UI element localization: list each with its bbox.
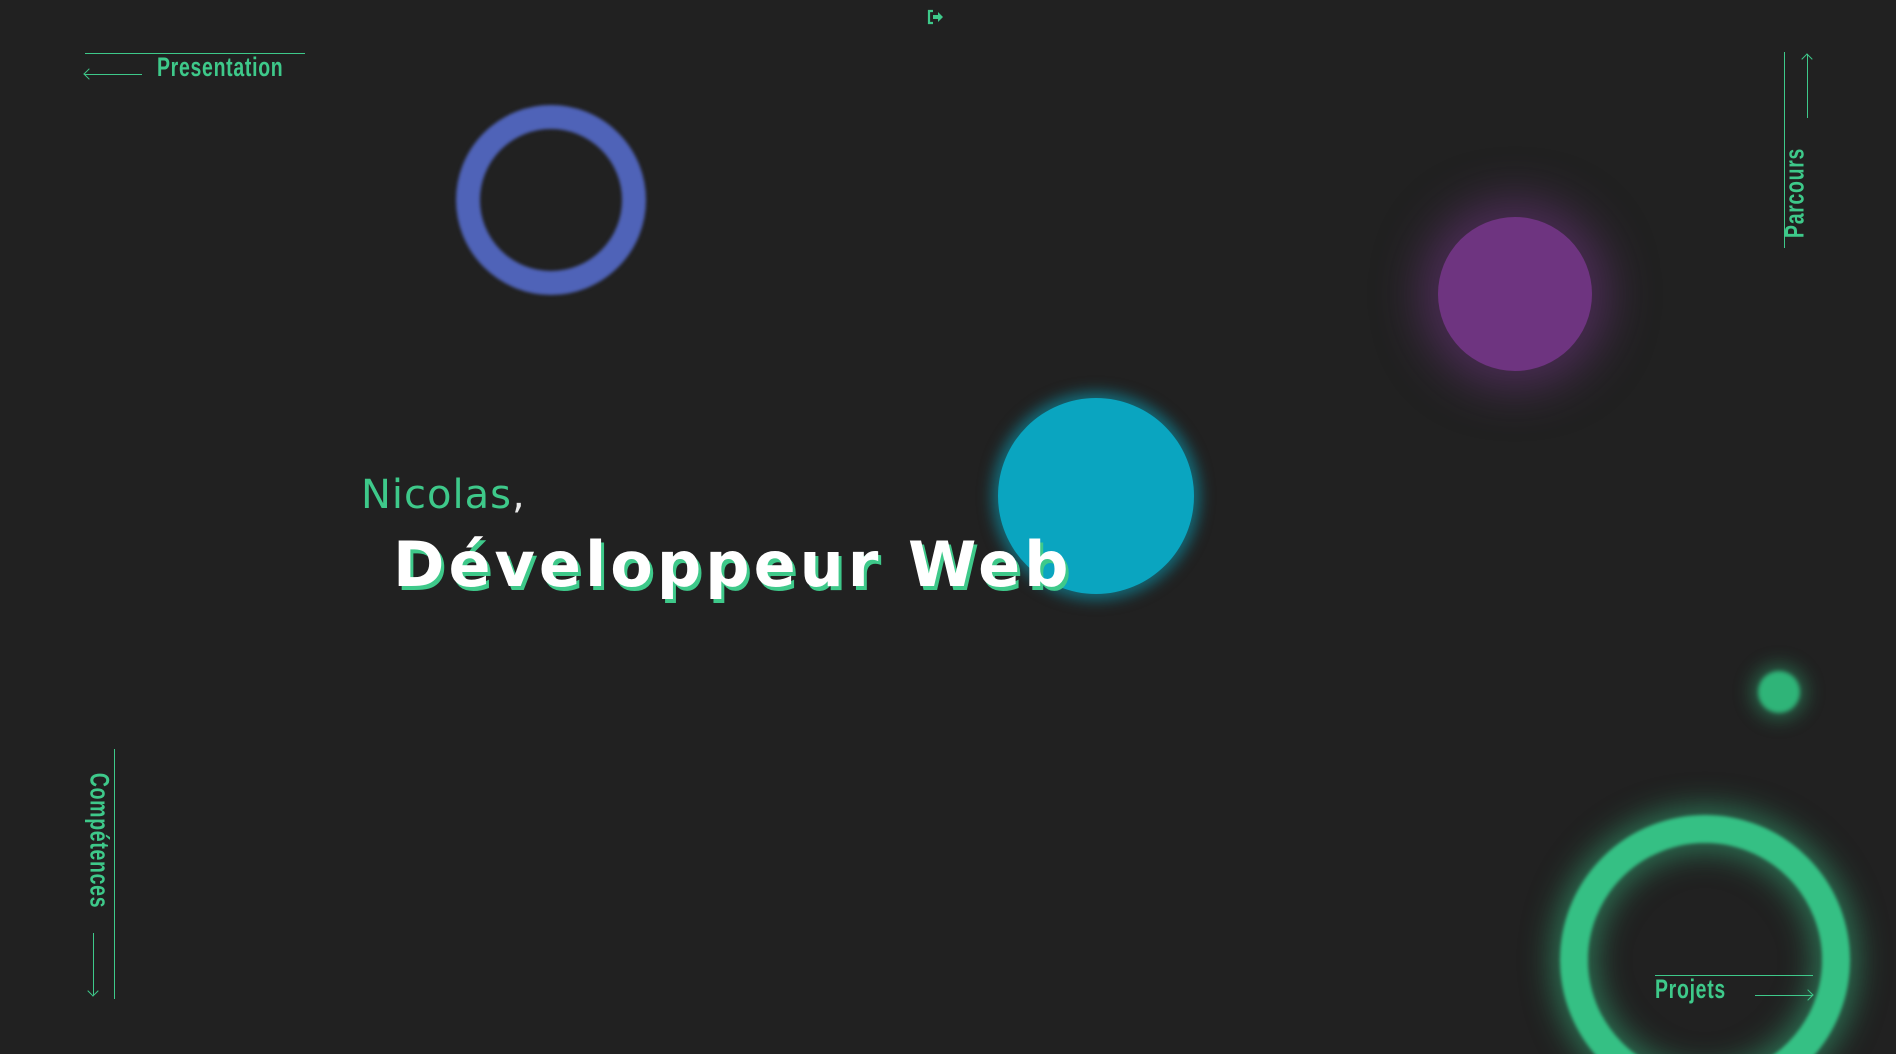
green-ring-decoration <box>1560 815 1850 1054</box>
logout-button[interactable] <box>927 9 945 25</box>
nav-link-parcours[interactable]: Parcours <box>1780 52 1820 252</box>
nav-link-presentation[interactable]: Presentation <box>83 50 307 86</box>
arrow-left-icon <box>83 68 95 80</box>
home-page: Presentation Parcours Compétences Projet… <box>0 0 1896 1054</box>
green-dot-decoration <box>1758 671 1800 713</box>
nav-link-projets[interactable]: Projets <box>1655 973 1815 1009</box>
purple-circle-decoration <box>1438 217 1592 371</box>
sign-out-icon <box>927 9 943 25</box>
nav-link-competences[interactable]: Compétences <box>82 746 122 1000</box>
nav-label-parcours: Parcours <box>1779 147 1810 238</box>
hero-greeting: Nicolas, <box>361 472 526 518</box>
nav-label-competences: Compétences <box>84 772 115 909</box>
hero-name-comma: , <box>511 472 526 518</box>
blue-ring-decoration <box>456 105 646 295</box>
arrow-up-icon <box>1801 53 1813 65</box>
arrow-right-icon <box>1802 989 1814 1001</box>
nav-label-wrapper: Parcours <box>1780 128 1811 258</box>
arrow-down-icon <box>87 985 99 997</box>
nav-label-presentation: Presentation <box>157 52 284 82</box>
nav-label-projets: Projets <box>1655 974 1726 1004</box>
nav-label-wrapper: Compétences <box>84 747 115 917</box>
hero-title: Développeur Web <box>393 528 1073 601</box>
hero-name: Nicolas <box>361 472 512 518</box>
